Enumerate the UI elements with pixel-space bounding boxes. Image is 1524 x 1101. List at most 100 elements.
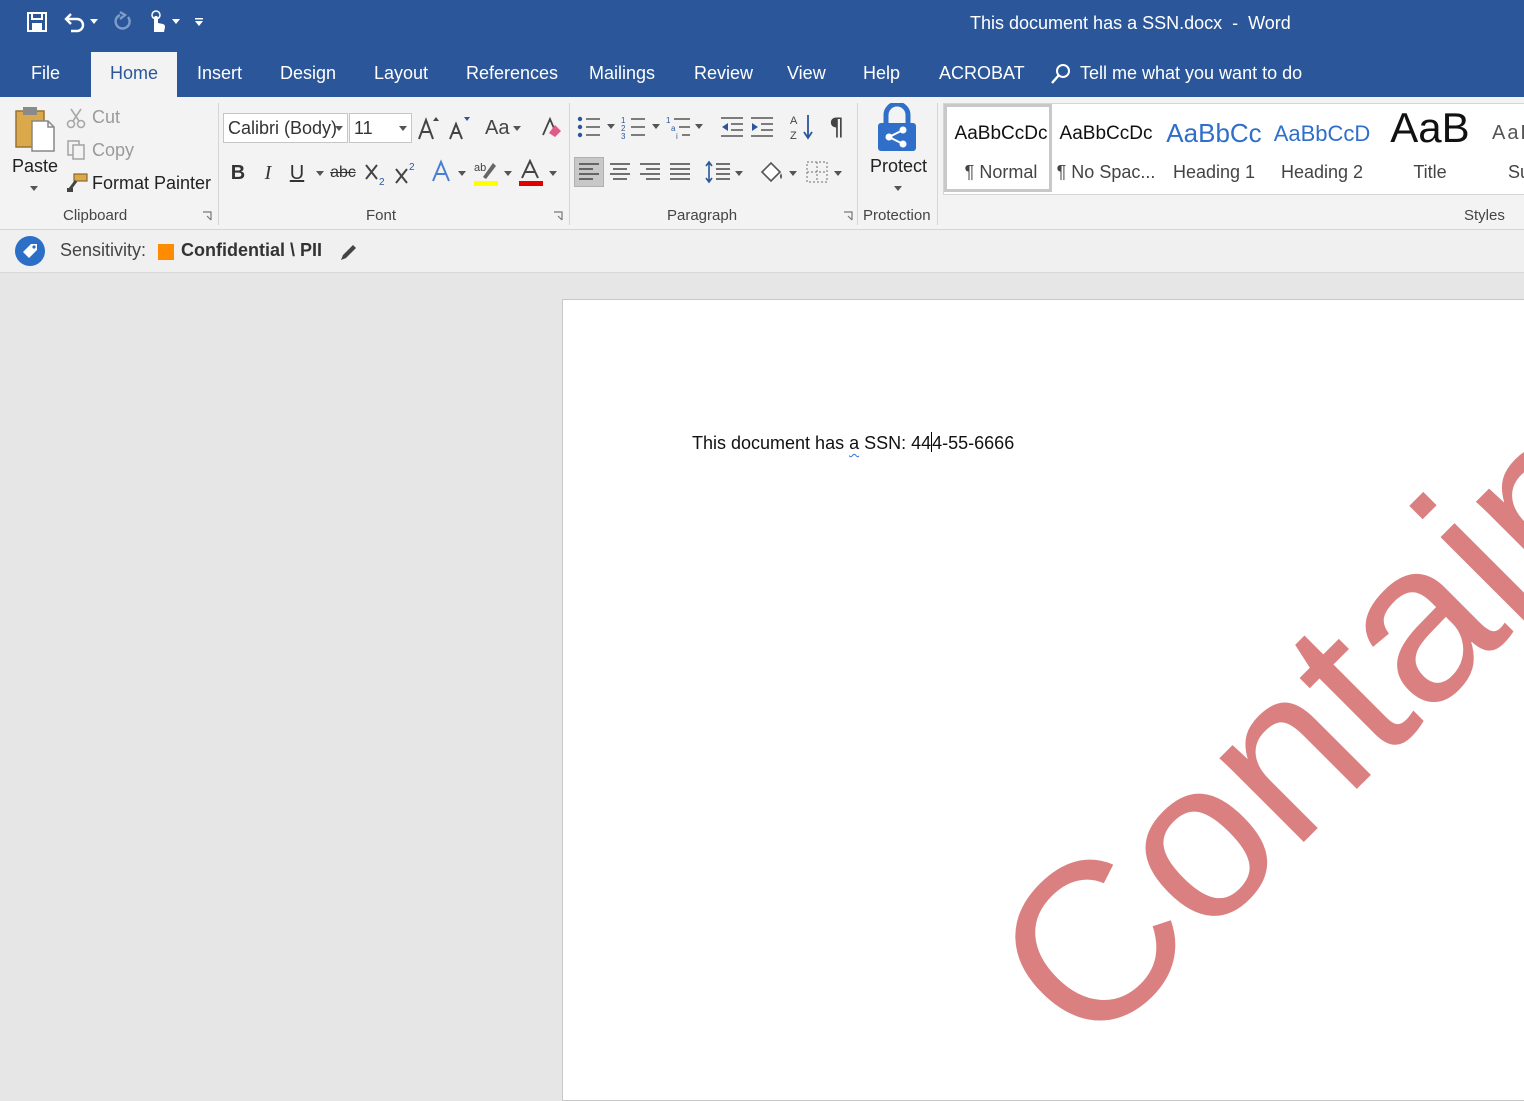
font-color-icon[interactable] — [518, 159, 544, 187]
touch-hand-icon — [151, 10, 166, 32]
copy-button[interactable]: Copy — [92, 140, 134, 161]
redo-icon — [114, 11, 131, 30]
font-name-value: Calibri (Body) — [228, 118, 338, 138]
line-spacing-icon[interactable] — [704, 158, 732, 186]
shrink-font-icon[interactable] — [448, 115, 472, 141]
multilevel-list-dropdown-icon[interactable] — [695, 124, 703, 130]
align-right-icon[interactable] — [637, 158, 663, 186]
style-name: ¶ No Spac... — [1056, 162, 1156, 182]
style-title[interactable]: AaB Title — [1376, 104, 1484, 192]
paragraph-group-label: Paragraph — [667, 207, 738, 224]
style-heading-2[interactable]: AaBbCcD Heading 2 — [1268, 104, 1376, 192]
bold-button[interactable]: B — [228, 159, 248, 187]
style-normal[interactable]: AaBbCcDc ¶ Normal — [944, 104, 1052, 192]
change-case-dropdown-icon[interactable] — [513, 126, 521, 132]
touch-mode-button[interactable] — [148, 10, 180, 34]
grammar-squiggle-text: a — [849, 433, 860, 453]
tab-review[interactable]: Review — [694, 50, 753, 97]
svg-text:ab: ab — [474, 162, 486, 174]
text-segment: 4-55-6666 — [932, 433, 1015, 453]
text-effects-dropdown-icon[interactable] — [458, 171, 466, 177]
font-launcher-icon[interactable] — [553, 211, 563, 221]
numbering-icon[interactable]: 123 — [621, 115, 647, 139]
style-subtitle[interactable]: AaBl Su — [1484, 104, 1524, 192]
underline-button[interactable]: U — [287, 159, 307, 187]
borders-icon[interactable] — [804, 159, 830, 185]
subscript-icon[interactable]: 2 — [364, 161, 388, 187]
customize-qat-button[interactable] — [194, 17, 204, 27]
font-size-combo[interactable]: 11 — [349, 113, 412, 143]
paste-clipboard-icon — [15, 107, 55, 152]
italic-button[interactable]: I — [258, 159, 278, 187]
clipboard-group-label: Clipboard — [63, 207, 128, 224]
style-name: Su — [1508, 162, 1524, 182]
touch-dropdown-icon[interactable] — [172, 19, 180, 25]
highlight-dropdown-icon[interactable] — [504, 171, 512, 177]
tab-insert[interactable]: Insert — [197, 50, 242, 97]
tab-references[interactable]: References — [466, 50, 558, 97]
redo-button[interactable] — [112, 11, 134, 33]
style-heading-1[interactable]: AaBbCc Heading 1 — [1160, 104, 1268, 192]
shading-icon[interactable] — [758, 158, 786, 186]
clear-formatting-icon[interactable] — [540, 115, 562, 139]
style-name: Title — [1413, 162, 1447, 182]
text-effects-icon[interactable] — [430, 159, 454, 185]
cut-button[interactable]: Cut — [92, 107, 120, 128]
undo-dropdown-icon[interactable] — [90, 19, 98, 25]
font-name-combo[interactable]: Calibri (Body) — [223, 113, 348, 143]
strikethrough-button[interactable]: abc — [330, 159, 356, 187]
show-formatting-marks-icon[interactable]: ¶ — [829, 113, 844, 141]
sensitivity-value[interactable]: Confidential \ PII — [181, 240, 322, 261]
bullets-icon[interactable] — [576, 115, 602, 139]
save-button[interactable] — [26, 11, 48, 33]
group-separator — [569, 103, 570, 225]
align-center-icon[interactable] — [607, 158, 633, 186]
align-left-icon — [579, 163, 599, 180]
tab-home[interactable]: Home — [91, 52, 177, 97]
line-spacing-dropdown-icon[interactable] — [735, 171, 743, 177]
style-preview: AaBbCcD — [1273, 121, 1371, 146]
highlight-icon[interactable]: ab — [473, 159, 499, 187]
grow-font-icon[interactable] — [417, 115, 441, 141]
group-separator — [937, 103, 938, 225]
clipboard-launcher-icon[interactable] — [202, 211, 212, 221]
style-name: ¶ Normal — [964, 162, 1038, 182]
bullets-dropdown-icon[interactable] — [607, 124, 615, 130]
paste-button[interactable] — [14, 105, 58, 153]
underline-dropdown-icon[interactable] — [316, 171, 324, 177]
protect-button[interactable] — [874, 103, 920, 153]
numbering-dropdown-icon[interactable] — [652, 124, 660, 130]
tab-file[interactable]: File — [31, 50, 60, 97]
shading-dropdown-icon[interactable] — [789, 171, 797, 177]
superscript-icon[interactable]: 2 — [394, 161, 418, 187]
align-left-button[interactable] — [574, 157, 604, 187]
lock-icon — [878, 103, 916, 151]
document-body-text[interactable]: This document has a SSN: 444-55-6666 — [692, 432, 1014, 454]
paragraph-launcher-icon[interactable] — [843, 211, 853, 221]
document-page[interactable]: This document has a SSN: 444-55-6666 Con… — [562, 299, 1524, 1101]
multilevel-list-icon[interactable]: 1ai — [666, 115, 692, 139]
style-no-spacing[interactable]: AaBbCcDc ¶ No Spac... — [1052, 104, 1160, 192]
undo-button[interactable] — [62, 11, 98, 33]
paste-label: Paste — [12, 156, 59, 176]
tab-design[interactable]: Design — [280, 50, 336, 97]
borders-dropdown-icon[interactable] — [834, 171, 842, 177]
paste-dropdown-icon[interactable] — [30, 186, 38, 192]
pencil-icon[interactable] — [339, 242, 359, 262]
tab-view[interactable]: View — [787, 50, 826, 97]
tab-acrobat[interactable]: ACROBAT — [939, 50, 1025, 97]
tab-mailings[interactable]: Mailings — [589, 50, 655, 97]
decrease-indent-icon[interactable] — [719, 115, 745, 139]
format-painter-button[interactable]: Format Painter — [92, 173, 211, 194]
font-color-dropdown-icon[interactable] — [549, 171, 557, 177]
protect-dropdown-icon[interactable] — [894, 186, 902, 192]
increase-indent-icon[interactable] — [749, 115, 775, 139]
justify-icon[interactable] — [667, 158, 693, 186]
tab-help[interactable]: Help — [863, 50, 900, 97]
change-case-button[interactable]: Aa — [485, 117, 509, 140]
tell-me-text: Tell me what you want to do — [1080, 63, 1303, 83]
tab-layout[interactable]: Layout — [374, 50, 428, 97]
window-title: This document has a SSN.docx - Word — [970, 13, 1291, 33]
tell-me-search[interactable]: Tell me what you want to do — [1050, 50, 1302, 97]
sort-icon[interactable]: AZ — [790, 113, 814, 141]
